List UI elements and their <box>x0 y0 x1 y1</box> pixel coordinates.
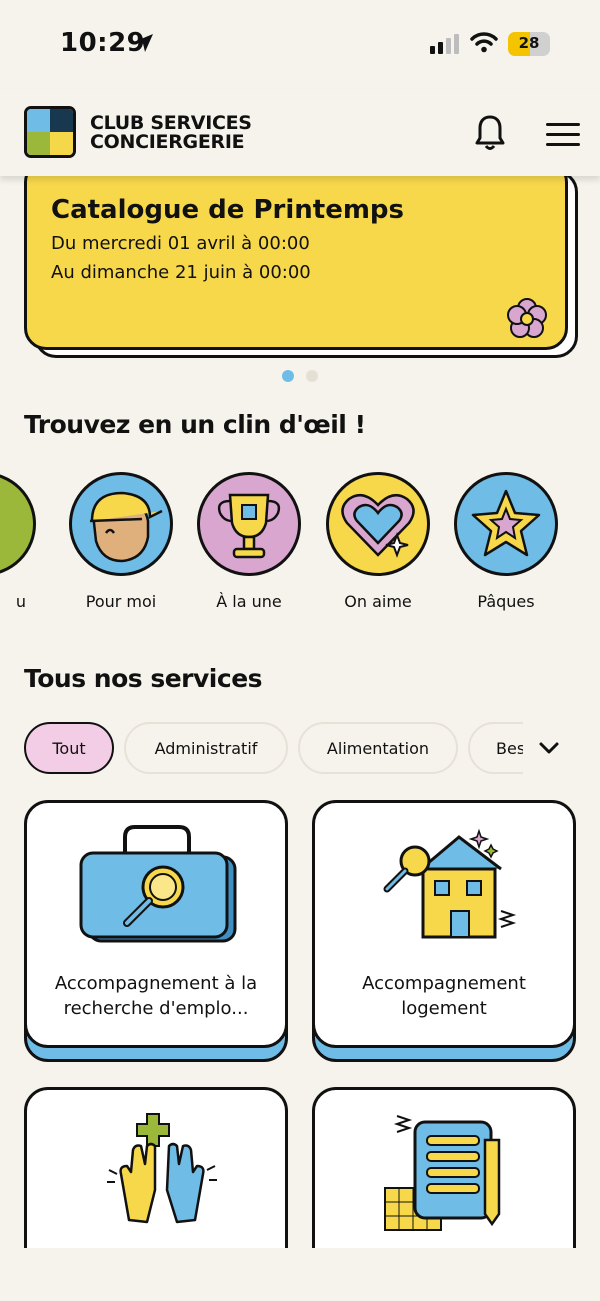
category-on-aime[interactable]: On aime <box>318 472 438 611</box>
category-paques[interactable]: Pâques <box>446 472 566 611</box>
category-label: À la une <box>216 592 282 611</box>
app-logo[interactable] <box>24 106 76 158</box>
service-card-logement[interactable]: Accompagnement logement <box>312 800 576 1048</box>
banner-title: Catalogue de Printemps <box>51 195 405 225</box>
filter-chip-partial[interactable]: Bes <box>468 722 523 774</box>
category-a-la-une[interactable]: À la une <box>189 472 309 611</box>
battery-level: 28 <box>518 34 540 52</box>
service-card-emploi[interactable]: Accompagnement à la recherche d'emplo... <box>24 800 288 1048</box>
chevron-down-icon[interactable] <box>538 738 560 758</box>
bell-icon[interactable] <box>474 114 506 152</box>
category-label: On aime <box>344 592 412 611</box>
category-label: Pâques <box>477 592 535 611</box>
promo-banner[interactable]: Catalogue de Printemps Du mercredi 01 av… <box>24 160 568 350</box>
category-pour-moi[interactable]: Pour moi <box>61 472 181 611</box>
location-arrow-icon <box>135 34 153 52</box>
hamburger-menu-icon[interactable] <box>546 123 580 153</box>
filter-chip-alimentation[interactable]: Alimentation <box>298 722 458 774</box>
banner-end-date: Au dimanche 21 juin à 00:00 <box>51 262 311 283</box>
filter-chip-clip: Bes <box>468 722 523 774</box>
filter-chip-tout[interactable]: Tout <box>24 722 114 774</box>
service-card-title: Accompagnement logement <box>362 973 526 1019</box>
services-section-title: Tous nos services <box>24 664 263 693</box>
service-card-title: Accompagnement à la recherche d'emplo... <box>54 973 258 1019</box>
house-search-icon <box>383 828 517 939</box>
flower-icon <box>507 298 547 338</box>
briefcase-search-icon <box>79 825 237 943</box>
category-partial[interactable]: u <box>0 472 44 611</box>
heart-icon <box>341 493 415 558</box>
cellular-signal-icon <box>430 34 459 54</box>
carousel-dot-2[interactable] <box>306 370 318 382</box>
category-label: Pour moi <box>85 592 157 611</box>
app-header: CLUB SERVICES CONCIERGERIE <box>0 90 600 176</box>
viewport-bottom-area <box>0 1248 600 1301</box>
brand-name[interactable]: CLUB SERVICES CONCIERGERIE <box>90 114 252 152</box>
trophy-icon <box>217 493 281 559</box>
person-cap-icon <box>89 491 163 563</box>
carousel-dot-1[interactable] <box>282 370 294 382</box>
battery-indicator: 28 <box>508 32 550 56</box>
quick-section-title: Trouvez en un clin d'œil ! <box>24 410 366 439</box>
category-label: u <box>15 592 26 611</box>
high-five-hands-icon <box>107 1113 217 1224</box>
wifi-icon <box>470 32 498 53</box>
notepad-pencil-icon <box>384 1115 501 1231</box>
star-icon <box>471 489 541 557</box>
status-bar: 10:29 28 <box>0 0 600 90</box>
carousel-dots[interactable] <box>282 370 318 382</box>
banner-start-date: Du mercredi 01 avril à 00:00 <box>51 233 310 254</box>
filter-chip-administratif[interactable]: Administratif <box>124 722 288 774</box>
brand-line-2: CONCIERGERIE <box>90 131 245 153</box>
